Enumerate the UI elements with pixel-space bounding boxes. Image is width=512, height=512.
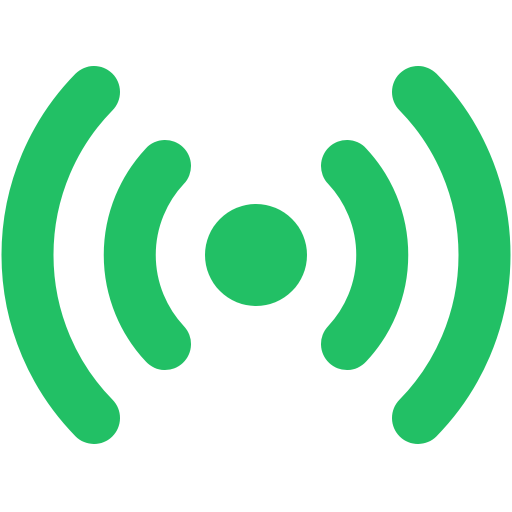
inner-right-wave xyxy=(321,140,409,370)
center-dot xyxy=(205,204,307,306)
inner-left-wave xyxy=(103,140,191,370)
icon-canvas xyxy=(0,0,512,512)
broadcast-icon xyxy=(1,66,511,444)
outer-right-wave xyxy=(392,66,511,444)
outer-left-wave xyxy=(1,66,120,444)
